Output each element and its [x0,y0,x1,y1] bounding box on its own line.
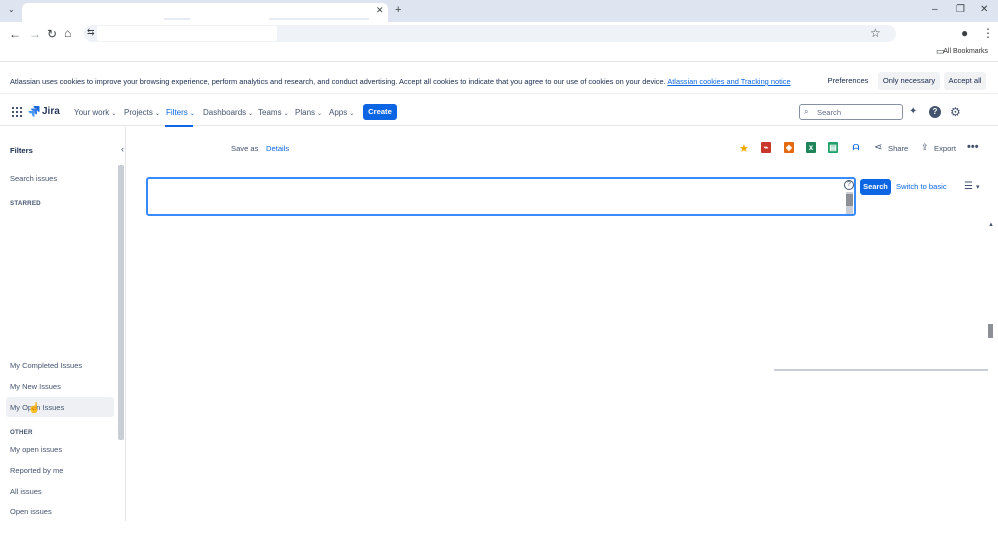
tab-list-chevron-icon[interactable]: ⌄ [8,6,15,14]
minimize-icon[interactable]: – [932,5,938,15]
export-icon[interactable]: ⇪ [921,142,929,153]
sidebar-item-open-issues[interactable]: Open issues [10,507,52,516]
new-tab-icon[interactable]: + [395,5,401,16]
main-horizontal-scrollbar[interactable] [774,369,988,371]
nav-apps[interactable]: Apps ⌄ [329,108,354,117]
all-bookmarks-link[interactable]: All Bookmarks [943,48,988,55]
sidebar-item-all-issues[interactable]: All issues [10,487,42,496]
search-icon: ⌕ [804,107,809,116]
restore-icon[interactable]: ❐ [956,5,965,15]
sidebar-heading-other: OTHER [10,429,33,436]
nav-projects-label: Projects [124,108,153,117]
jira-logo-icon[interactable] [28,106,40,118]
nav-your-work-label: Your work [74,108,110,117]
view-options-icon[interactable]: ☰ [964,181,973,192]
nav-teams-label: Teams [258,108,282,117]
star-filter-icon[interactable]: ★ [739,142,749,155]
sidebar-item-search-issues[interactable]: Search issues [10,174,57,183]
sidebar-title: Filters [10,146,33,155]
url-field[interactable] [97,26,277,41]
office-app-icon[interactable]: ◈ [784,142,794,153]
chevron-down-icon: ⌄ [283,111,289,117]
share-icon[interactable]: ⋖ [874,142,882,153]
cookie-policy-link[interactable]: Atlassian cookies and Tracking notice [667,77,790,86]
cookie-preferences-button[interactable]: Preferences [823,72,873,90]
accept-all-button[interactable]: Accept all [944,72,986,90]
bookmark-star-icon[interactable]: ☆ [870,27,881,39]
hand-cursor-icon: ☝ [28,403,41,414]
sidebar-item-reported-by-me[interactable]: Reported by me [10,466,63,475]
nav-dashboards-label: Dashboards [203,108,247,117]
google-sheets-icon[interactable]: ▤ [828,142,838,153]
chevron-down-icon: ⌄ [111,111,117,117]
forward-icon[interactable]: → [29,28,41,40]
browser-menu-icon[interactable]: ⋮ [982,27,994,39]
collapse-sidebar-icon[interactable]: ‹ [121,144,124,154]
nav-your-work[interactable]: Your work ⌄ [74,108,116,117]
main-vertical-scrollbar-thumb[interactable] [988,324,993,338]
close-window-icon[interactable]: ✕ [980,5,988,15]
chevron-down-icon: ▾ [976,184,980,191]
atlassian-app-icon[interactable]: ᗩ [850,142,862,153]
nav-apps-label: Apps [329,108,348,117]
search-placeholder: Search [817,108,842,117]
more-actions-icon[interactable]: ••• [967,141,979,153]
chevron-down-icon: ⌄ [248,111,254,117]
chevron-down-icon: ⌄ [154,111,160,117]
chevron-down-icon: ⌄ [317,111,323,117]
details-link[interactable]: Details [266,144,289,153]
help-icon[interactable]: ? [929,106,941,118]
chevron-down-icon: ⌄ [349,111,355,117]
sidebar-heading-starred: STARRED [10,200,41,207]
export-button[interactable]: Export [934,144,956,153]
sidebar-scrollbar[interactable] [118,165,124,440]
scroll-up-arrow-icon[interactable]: ▲ [988,222,994,228]
close-tab-icon[interactable]: ✕ [376,6,384,15]
home-icon[interactable]: ⌂ [64,27,71,39]
excel-icon[interactable]: x [806,142,816,153]
jira-logo-text[interactable]: Jira [42,106,60,117]
jql-help-icon[interactable]: ? [844,180,854,190]
create-button[interactable]: Create [363,104,397,120]
app-switcher-icon[interactable] [12,107,22,117]
jql-scrollbar-thumb[interactable] [846,194,853,206]
only-necessary-button[interactable]: Only necessary [878,72,940,90]
reload-icon[interactable]: ↻ [47,28,57,40]
nav-teams[interactable]: Teams ⌄ [258,108,289,117]
nav-projects[interactable]: Projects ⌄ [124,108,160,117]
nav-filters[interactable]: Filters ⌄ [166,108,195,117]
nav-plans[interactable]: Plans ⌄ [295,108,322,117]
nav-plans-label: Plans [295,108,316,117]
profile-icon[interactable]: ● [961,27,968,39]
jql-query-input[interactable] [146,177,856,216]
switch-to-basic-link[interactable]: Switch to basic [896,182,947,191]
notifications-icon[interactable]: ✦ [909,106,917,117]
search-input[interactable] [799,104,903,120]
sidebar-item-my-open-issues-other[interactable]: My open issues [10,445,62,454]
search-button[interactable]: Search [860,179,891,195]
site-info-icon[interactable]: ⇆ [87,28,95,37]
browser-tab[interactable] [22,3,388,22]
tab-placeholder [164,18,190,20]
share-button[interactable]: Share [888,144,908,153]
save-as-button[interactable]: Save as [231,144,258,153]
pdf-export-icon[interactable]: ⌁ [761,142,771,153]
bookmarks-bar [0,44,998,62]
chevron-down-icon: ⌄ [189,111,195,117]
cookie-message: Atlassian uses cookies to improve your b… [10,77,666,86]
tab-placeholder [269,18,369,20]
filters-sidebar [0,127,126,521]
back-icon[interactable]: ← [9,28,21,40]
nav-filters-label: Filters [166,108,188,117]
active-nav-indicator [165,125,193,127]
settings-gear-icon[interactable]: ⚙ [950,105,961,119]
sidebar-item-my-new-issues[interactable]: My New Issues [10,382,61,391]
nav-dashboards[interactable]: Dashboards ⌄ [203,108,253,117]
sidebar-item-my-completed-issues[interactable]: My Completed Issues [10,361,82,370]
cookie-banner-text: Atlassian uses cookies to improve your b… [10,77,791,86]
